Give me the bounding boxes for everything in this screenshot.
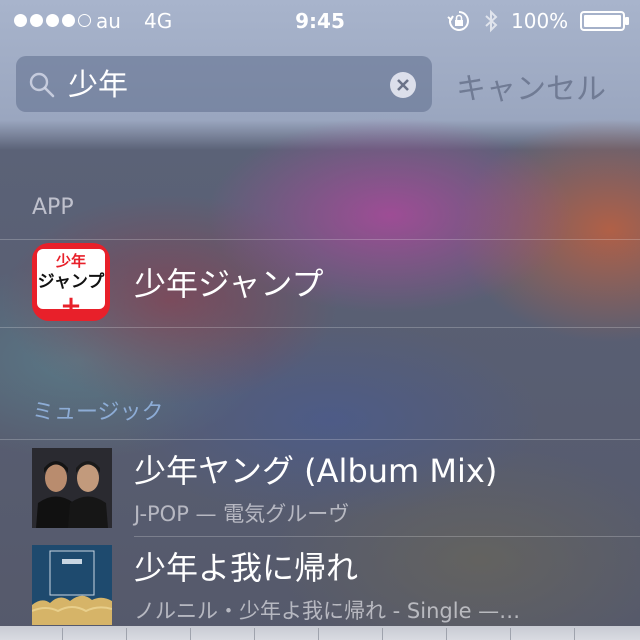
app-icon-art: 少年 ジャンプ + bbox=[37, 249, 106, 321]
bluetooth-icon bbox=[485, 9, 498, 33]
music-result-row[interactable]: 少年よ我に帰れ ノルニル・少年よ我に帰れ - Single —… bbox=[0, 537, 640, 633]
cancel-button[interactable]: キャンセル bbox=[456, 64, 606, 108]
app-result-title: 少年ジャンプ bbox=[134, 265, 324, 303]
search-field[interactable] bbox=[16, 56, 432, 112]
key-separator bbox=[574, 628, 575, 640]
album-artwork bbox=[32, 545, 112, 625]
music-result-row[interactable]: 少年ヤング (Album Mix) J-POP — 電気グルーヴ bbox=[0, 440, 640, 536]
search-input[interactable] bbox=[68, 64, 368, 99]
key-separator bbox=[382, 628, 383, 640]
key-separator bbox=[190, 628, 191, 640]
rotation-lock-icon bbox=[447, 11, 469, 31]
section-header-music: ミュージック bbox=[32, 400, 164, 425]
music-result-title: 少年ヤング (Album Mix) bbox=[134, 452, 498, 490]
music-result-subtitle: ノルニル・少年よ我に帰れ - Single —… bbox=[134, 599, 521, 623]
keyboard-edge bbox=[0, 626, 640, 640]
status-bar: au 4G 9:45 100% bbox=[0, 0, 640, 44]
key-separator bbox=[62, 628, 63, 640]
clear-text-icon[interactable] bbox=[389, 71, 417, 99]
divider bbox=[0, 239, 640, 240]
app-icon-text-plus: + bbox=[60, 291, 82, 321]
battery-icon bbox=[580, 11, 629, 31]
key-separator bbox=[126, 628, 127, 640]
key-separator bbox=[446, 628, 447, 640]
app-result-row[interactable]: 少年 ジャンプ + 少年ジャンプ bbox=[0, 241, 640, 327]
app-icon-text-top: 少年 bbox=[55, 252, 86, 270]
search-bar: キャンセル bbox=[0, 44, 640, 128]
section-header-app: APP bbox=[32, 195, 74, 220]
key-separator bbox=[318, 628, 319, 640]
app-icon-text-main: ジャンプ bbox=[38, 271, 106, 292]
key-separator bbox=[254, 628, 255, 640]
music-result-subtitle: J-POP — 電気グルーヴ bbox=[134, 502, 350, 526]
shonen-jump-app-icon: 少年 ジャンプ + bbox=[32, 243, 110, 321]
music-result-title: 少年よ我に帰れ bbox=[134, 549, 359, 587]
battery-percentage: 100% bbox=[511, 9, 569, 33]
album-artwork bbox=[32, 448, 112, 528]
search-icon bbox=[29, 72, 55, 98]
divider bbox=[0, 327, 640, 328]
key-separator bbox=[510, 628, 511, 640]
